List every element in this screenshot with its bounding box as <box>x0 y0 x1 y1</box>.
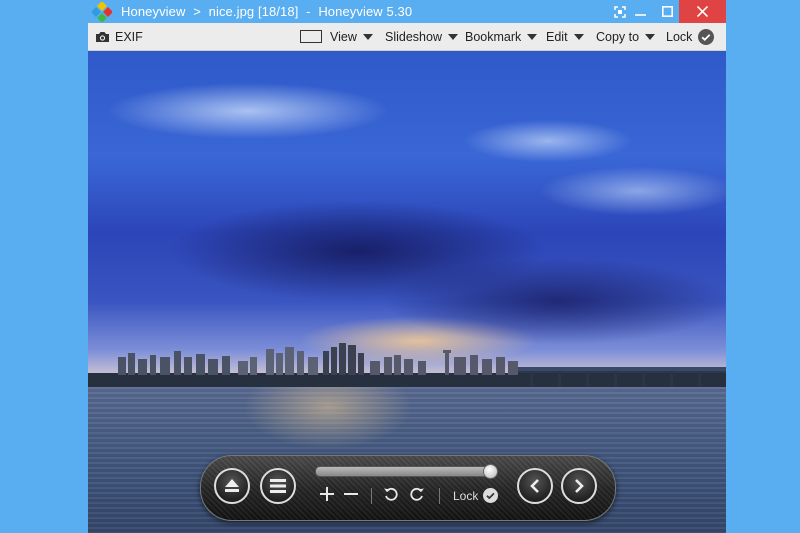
view-menu[interactable]: View <box>300 23 373 50</box>
chevron-down-icon <box>447 33 458 40</box>
special-icon <box>614 5 626 18</box>
copy-to-label: Copy to <box>596 29 640 44</box>
seek-slider-handle[interactable] <box>483 464 498 479</box>
title-separator: > <box>193 4 201 19</box>
lock-toggle[interactable]: Lock <box>666 23 715 50</box>
menu-icon <box>270 479 286 493</box>
zoom-in-button[interactable] <box>319 486 335 502</box>
zoom-in-icon <box>320 487 334 501</box>
zoom-out-icon <box>344 493 358 495</box>
lock-label: Lock <box>666 29 693 44</box>
title-app-version: Honeyview 5.30 <box>318 4 413 19</box>
control-separator <box>439 488 440 504</box>
close-button[interactable] <box>679 0 726 23</box>
app-logo-icon <box>92 2 112 22</box>
view-box-icon <box>300 30 322 43</box>
city-skyline <box>88 343 726 391</box>
main-menu-button[interactable] <box>260 468 296 504</box>
rotate-right-button[interactable] <box>409 486 425 502</box>
copy-to-menu[interactable]: Copy to <box>596 23 656 50</box>
previous-icon <box>530 479 539 493</box>
toolbar: EXIF View Slideshow Bookmark Edit Copy t… <box>88 23 726 51</box>
image-view[interactable]: Lock <box>88 51 726 533</box>
lock-toggle-label[interactable]: Lock <box>453 489 478 503</box>
bookmark-menu[interactable]: Bookmark <box>465 23 538 50</box>
chevron-down-icon <box>527 33 538 40</box>
minimize-icon <box>634 14 646 16</box>
exif-label: EXIF <box>115 29 143 44</box>
check-circle-icon <box>698 28 715 45</box>
seek-slider-track[interactable] <box>315 466 493 477</box>
slideshow-label: Slideshow <box>385 29 442 44</box>
minimize-button[interactable] <box>628 0 652 23</box>
rotate-left-button[interactable] <box>383 486 399 502</box>
title-file-name: nice.jpg <box>208 4 255 19</box>
control-separator <box>371 488 372 504</box>
slideshow-menu[interactable]: Slideshow <box>385 23 458 50</box>
chevron-down-icon <box>362 33 373 40</box>
rotate-right-icon <box>410 487 424 501</box>
next-image-button[interactable] <box>561 468 597 504</box>
title-app-name: Honeyview <box>121 4 186 19</box>
previous-image-button[interactable] <box>517 468 553 504</box>
maximize-button[interactable] <box>656 0 678 23</box>
window-title: Honeyview > nice.jpg [18/18] - Honeyview… <box>121 4 412 19</box>
playback-control-bar: Lock <box>200 455 616 521</box>
honeyview-window: Honeyview > nice.jpg [18/18] - Honeyview… <box>88 0 726 533</box>
chevron-down-icon <box>573 33 584 40</box>
title-dash: - <box>306 4 311 19</box>
edit-label: Edit <box>546 29 568 44</box>
title-file-position: [18/18] <box>257 4 299 19</box>
camera-icon <box>96 31 109 42</box>
eject-icon <box>225 479 239 492</box>
open-file-button[interactable] <box>214 468 250 504</box>
bookmark-label: Bookmark <box>465 29 522 44</box>
view-label: View <box>330 29 357 44</box>
zoom-out-button[interactable] <box>343 486 359 502</box>
close-icon <box>697 6 708 17</box>
rotate-left-icon <box>384 487 398 501</box>
edit-menu[interactable]: Edit <box>546 23 584 50</box>
next-icon <box>575 479 584 493</box>
chevron-down-icon <box>645 33 656 40</box>
check-circle-icon[interactable] <box>483 488 498 503</box>
exif-button[interactable]: EXIF <box>95 23 143 50</box>
maximize-icon <box>661 6 673 17</box>
special-button[interactable] <box>610 0 630 23</box>
title-bar[interactable]: Honeyview > nice.jpg [18/18] - Honeyview… <box>88 0 726 23</box>
